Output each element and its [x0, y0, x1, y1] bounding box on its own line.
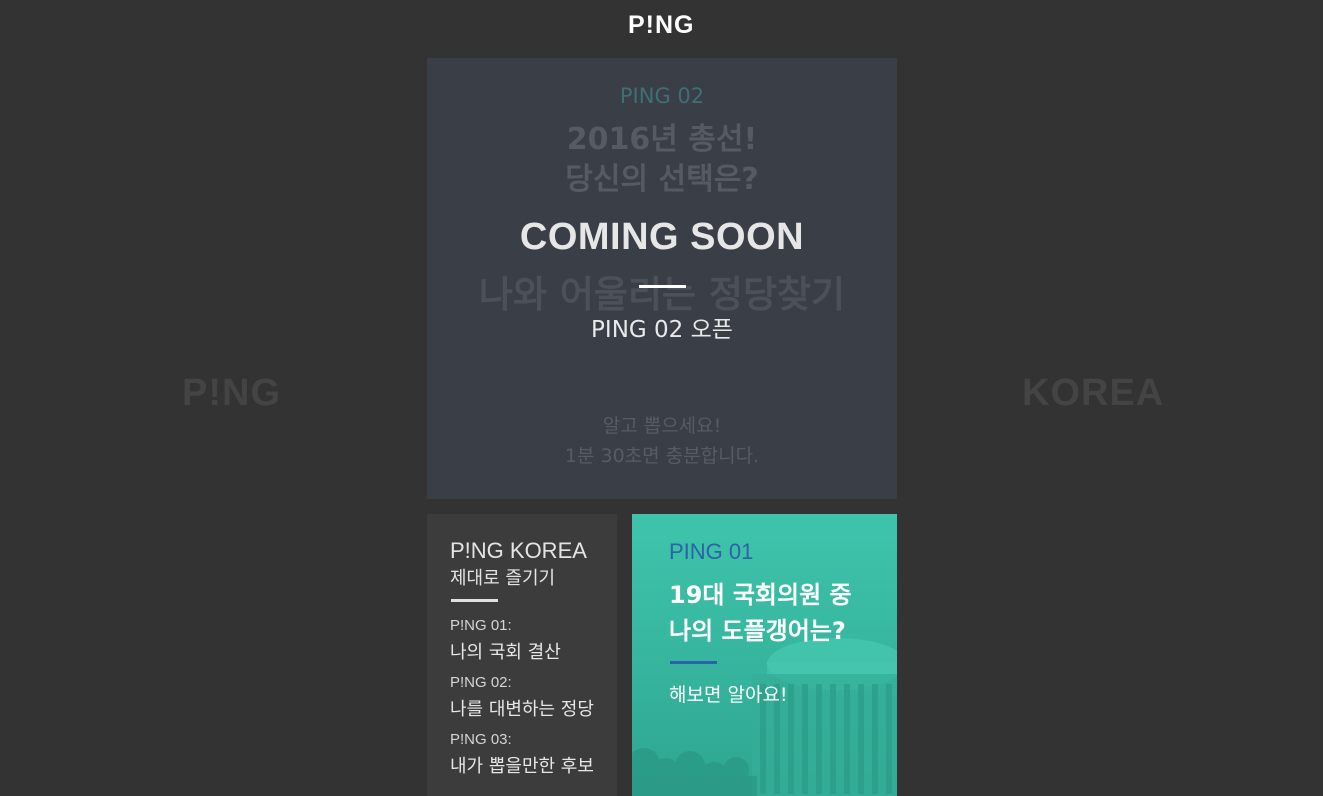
ping02-dim-title-line1: 2016년 총선! — [566, 122, 758, 157]
ping02-eyebrow: PING 02 — [619, 84, 705, 108]
list-item-label: P!NG 03: — [450, 731, 512, 748]
coming-soon-divider — [639, 285, 686, 288]
list-item-label: P!NG 02: — [450, 674, 512, 691]
background-ping-word: P!NG — [182, 372, 281, 414]
ping01-card[interactable]: PING 01 19대 국회의원 중 나의 도플갱어는? 해보면 알아요! — [632, 514, 897, 796]
ping-korea-subtitle: 제대로 즐기기 — [450, 568, 556, 589]
top-bar: P!NG — [0, 0, 1323, 56]
ping01-eyebrow: PING 01 — [669, 539, 754, 564]
list-item-value: 나의 국회 결산 — [450, 642, 561, 663]
ping02-dim-sub-line2: 1분 30초면 충분합니다. — [564, 445, 760, 467]
list-item[interactable]: P!NG 03: 내가 뽑을만한 후보 — [450, 731, 594, 778]
ping02-dim-sub-line1: 알고 뽑으세요! — [602, 415, 722, 437]
ping01-title-line2: 나의 도플갱어는? — [669, 617, 846, 645]
list-item[interactable]: P!NG 02: 나를 대변하는 정당 — [450, 674, 594, 721]
background-korea-word: KOREA — [1022, 372, 1165, 414]
ping-korea-card[interactable]: P!NG KOREA 제대로 즐기기 P!NG 01: 나의 국회 결산 P!N… — [427, 514, 617, 796]
ping02-card[interactable]: PING 02 2016년 총선! 당신의 선택은? 나와 어울리는 정당찾기 … — [427, 58, 897, 499]
ping-logo[interactable]: P!NG — [628, 11, 695, 40]
ping02-dim-title: 2016년 총선! 당신의 선택은? — [427, 120, 897, 200]
ping02-dim-title-line2: 당신의 선택은? — [565, 162, 759, 197]
ping02-open-label: PING 02 오픈 — [591, 317, 733, 343]
ping01-subtitle: 해보면 알아요! — [669, 684, 788, 706]
ping01-divider — [670, 661, 717, 664]
list-item[interactable]: P!NG 01: 나의 국회 결산 — [450, 617, 561, 664]
ping-korea-title: P!NG KOREA — [450, 538, 587, 563]
list-item-label: P!NG 01: — [450, 617, 512, 634]
ping-korea-divider — [451, 599, 498, 602]
coming-soon-title: COMING SOON — [519, 216, 805, 258]
ping02-dim-subtext: 알고 뽑으세요! 1분 30초면 충분합니다. — [427, 411, 897, 471]
list-item-value: 내가 뽑을만한 후보 — [450, 756, 594, 777]
list-item-value: 나를 대변하는 정당 — [450, 699, 594, 720]
ping01-title-line1: 19대 국회의원 중 — [669, 581, 852, 609]
ping01-title: 19대 국회의원 중 나의 도플갱어는? — [669, 577, 852, 649]
